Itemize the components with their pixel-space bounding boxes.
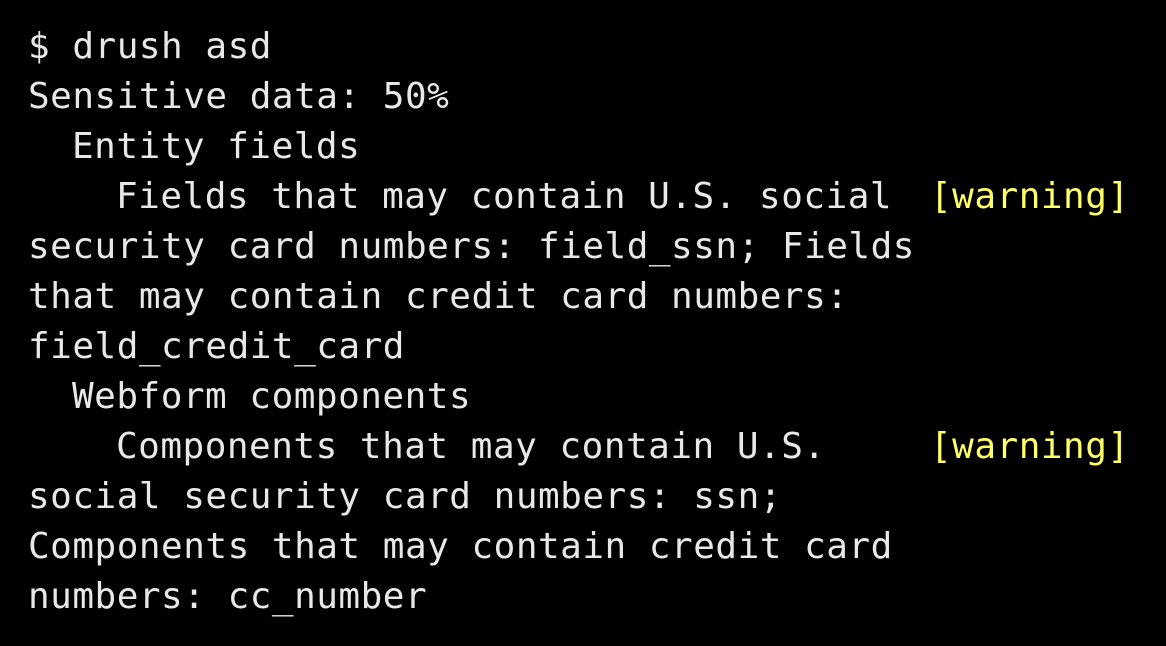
webform-components-warning-badge: [warning] — [930, 426, 1130, 467]
webform-components-message-continuation: social security card numbers: ssn; — [28, 476, 782, 517]
webform-components-message-continuation: numbers: cc_number — [28, 576, 428, 617]
entity-fields-message-continuation: that may contain credit card numbers: — [28, 276, 849, 317]
section-heading-entity-fields: Entity fields — [72, 126, 361, 167]
webform-components-message-continuation: Components that may contain credit card — [28, 526, 893, 567]
entity-fields-message-line: Fields that may contain U.S. social — [116, 176, 893, 217]
entity-fields-message-continuation: security card numbers: field_ssn; Fields — [28, 226, 915, 267]
entity-fields-message-continuation: field_credit_card — [28, 326, 405, 367]
entity-fields-warning-badge: [warning] — [930, 176, 1130, 217]
command-line: $ drush asd — [28, 26, 272, 67]
summary-line: Sensitive data: 50% — [28, 76, 450, 117]
terminal-window[interactable]: $ drush asd Sensitive data: 50% Entity f… — [0, 0, 1166, 646]
section-heading-webform-components: Webform components — [72, 376, 472, 417]
webform-components-message-line: Components that may contain U.S. — [116, 426, 826, 467]
